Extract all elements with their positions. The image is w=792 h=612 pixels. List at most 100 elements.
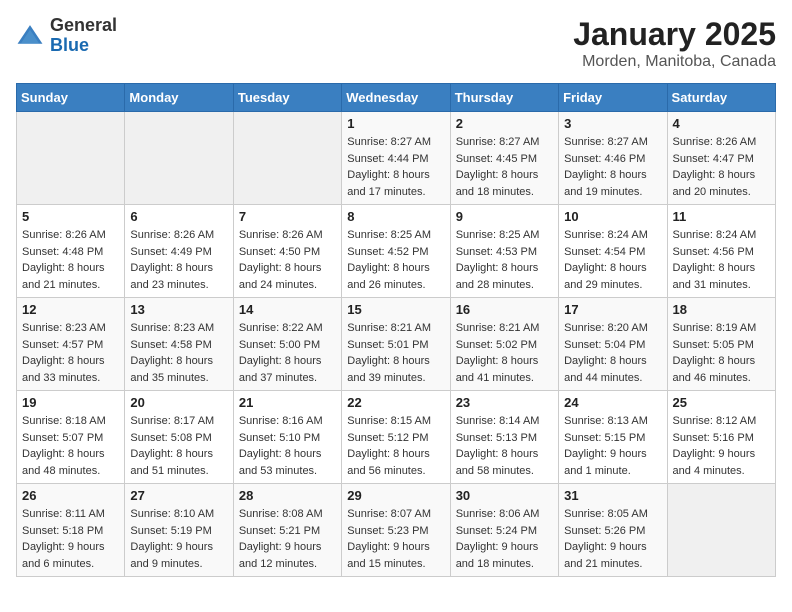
day-number-2: 2 (456, 116, 553, 131)
logo-icon (16, 22, 44, 50)
week-row-4: 26Sunrise: 8:11 AM Sunset: 5:18 PM Dayli… (17, 484, 776, 577)
day-detail-9: Sunrise: 8:25 AM Sunset: 4:53 PM Dayligh… (456, 227, 553, 293)
week-row-1: 5 Sunrise: 8:26 AM Sunset: 4:48 PM Daylig… (17, 205, 776, 298)
cell-4-2: 28 Sunrise: 8:08 AM Sunset: 5:21 PM Dayli… (233, 484, 341, 577)
day-detail-13: Sunrise: 8:23 AM Sunset: 4:58 PM Dayligh… (130, 320, 227, 386)
day-detail-29: Sunrise: 8:07 AM Sunset: 5:23 PM Dayligh… (347, 506, 444, 572)
day-detail-2: Sunrise: 8:27 AM Sunset: 4:45 PM Dayligh… (456, 134, 553, 200)
cell-2-5: 17 Sunrise: 8:20 AM Sunset: 5:04 PM Dayli… (559, 298, 667, 391)
page-header: General Blue January 2025 Morden, Manito… (16, 16, 776, 71)
cell-3-6: 25 Sunrise: 8:12 AM Sunset: 5:16 PM Dayli… (667, 391, 775, 484)
day-number-24: 24 (564, 395, 661, 410)
cell-3-5: 24 Sunrise: 8:13 AM Sunset: 5:15 PM Dayli… (559, 391, 667, 484)
day-number-19: 19 (22, 395, 119, 410)
weekday-header-row: Sunday Monday Tuesday Wednesday Thursday… (17, 84, 776, 112)
cell-2-6: 18 Sunrise: 8:19 AM Sunset: 5:05 PM Dayli… (667, 298, 775, 391)
day-number-18: 18 (673, 302, 770, 317)
day-detail-4: Sunrise: 8:26 AM Sunset: 4:47 PM Dayligh… (673, 134, 770, 200)
cell-4-1: 27 Sunrise: 8:10 AM Sunset: 5:19 PM Dayli… (125, 484, 233, 577)
day-number-9: 9 (456, 209, 553, 224)
week-row-3: 19 Sunrise: 8:18 AM Sunset: 5:07 PM Dayli… (17, 391, 776, 484)
cell-1-1: 6Sunrise: 8:26 AM Sunset: 4:49 PM Daylig… (125, 205, 233, 298)
day-detail-20: Sunrise: 8:17 AM Sunset: 5:08 PM Dayligh… (130, 413, 227, 479)
day-detail-27: Sunrise: 8:10 AM Sunset: 5:19 PM Dayligh… (130, 506, 227, 572)
day-detail-25: Sunrise: 8:12 AM Sunset: 5:16 PM Dayligh… (673, 413, 770, 479)
day-detail-11: Sunrise: 8:24 AM Sunset: 4:56 PM Dayligh… (673, 227, 770, 293)
day-number-17: 17 (564, 302, 661, 317)
header-wednesday: Wednesday (342, 84, 450, 112)
cell-0-0 (17, 112, 125, 205)
day-detail-3: Sunrise: 8:27 AM Sunset: 4:46 PM Dayligh… (564, 134, 661, 200)
day-detail-23: Sunrise: 8:14 AM Sunset: 5:13 PM Dayligh… (456, 413, 553, 479)
cell-1-0: 5 Sunrise: 8:26 AM Sunset: 4:48 PM Daylig… (17, 205, 125, 298)
cell-4-3: 29 Sunrise: 8:07 AM Sunset: 5:23 PM Dayli… (342, 484, 450, 577)
cell-1-3: 8 Sunrise: 8:25 AM Sunset: 4:52 PM Daylig… (342, 205, 450, 298)
cell-1-2: 7 Sunrise: 8:26 AM Sunset: 4:50 PM Daylig… (233, 205, 341, 298)
day-number-16: 16 (456, 302, 553, 317)
day-detail-28: Sunrise: 8:08 AM Sunset: 5:21 PM Dayligh… (239, 506, 336, 572)
day-number-5: 5 (22, 209, 119, 224)
day-number-14: 14 (239, 302, 336, 317)
day-detail-21: Sunrise: 8:16 AM Sunset: 5:10 PM Dayligh… (239, 413, 336, 479)
day-detail-7: Sunrise: 8:26 AM Sunset: 4:50 PM Dayligh… (239, 227, 336, 293)
day-detail-26: Sunrise: 8:11 AM Sunset: 5:18 PM Dayligh… (22, 506, 119, 572)
cell-2-3: 15Sunrise: 8:21 AM Sunset: 5:01 PM Dayli… (342, 298, 450, 391)
cell-3-1: 20 Sunrise: 8:17 AM Sunset: 5:08 PM Dayli… (125, 391, 233, 484)
cell-4-0: 26Sunrise: 8:11 AM Sunset: 5:18 PM Dayli… (17, 484, 125, 577)
day-number-28: 28 (239, 488, 336, 503)
cell-0-1 (125, 112, 233, 205)
day-number-20: 20 (130, 395, 227, 410)
cell-2-0: 12 Sunrise: 8:23 AM Sunset: 4:57 PM Dayli… (17, 298, 125, 391)
week-row-2: 12 Sunrise: 8:23 AM Sunset: 4:57 PM Dayli… (17, 298, 776, 391)
day-detail-24: Sunrise: 8:13 AM Sunset: 5:15 PM Dayligh… (564, 413, 661, 479)
day-number-4: 4 (673, 116, 770, 131)
day-number-8: 8 (347, 209, 444, 224)
day-number-22: 22 (347, 395, 444, 410)
day-number-7: 7 (239, 209, 336, 224)
cell-3-0: 19 Sunrise: 8:18 AM Sunset: 5:07 PM Dayli… (17, 391, 125, 484)
day-number-23: 23 (456, 395, 553, 410)
calendar-header: Sunday Monday Tuesday Wednesday Thursday… (17, 84, 776, 112)
logo-general: General (50, 16, 117, 36)
cell-0-3: 1Sunrise: 8:27 AM Sunset: 4:44 PM Daylig… (342, 112, 450, 205)
header-saturday: Saturday (667, 84, 775, 112)
cell-0-6: 4 Sunrise: 8:26 AM Sunset: 4:47 PM Daylig… (667, 112, 775, 205)
day-number-25: 25 (673, 395, 770, 410)
day-number-12: 12 (22, 302, 119, 317)
header-thursday: Thursday (450, 84, 558, 112)
day-detail-8: Sunrise: 8:25 AM Sunset: 4:52 PM Dayligh… (347, 227, 444, 293)
day-number-1: 1 (347, 116, 444, 131)
header-friday: Friday (559, 84, 667, 112)
day-detail-10: Sunrise: 8:24 AM Sunset: 4:54 PM Dayligh… (564, 227, 661, 293)
day-detail-19: Sunrise: 8:18 AM Sunset: 5:07 PM Dayligh… (22, 413, 119, 479)
day-detail-22: Sunrise: 8:15 AM Sunset: 5:12 PM Dayligh… (347, 413, 444, 479)
cell-4-4: 30Sunrise: 8:06 AM Sunset: 5:24 PM Dayli… (450, 484, 558, 577)
day-number-30: 30 (456, 488, 553, 503)
header-sunday: Sunday (17, 84, 125, 112)
day-number-31: 31 (564, 488, 661, 503)
day-number-10: 10 (564, 209, 661, 224)
calendar-table: Sunday Monday Tuesday Wednesday Thursday… (16, 83, 776, 577)
cell-2-2: 14 Sunrise: 8:22 AM Sunset: 5:00 PM Dayli… (233, 298, 341, 391)
day-number-21: 21 (239, 395, 336, 410)
calendar-body: 1Sunrise: 8:27 AM Sunset: 4:44 PM Daylig… (17, 112, 776, 577)
day-number-6: 6 (130, 209, 227, 224)
day-detail-12: Sunrise: 8:23 AM Sunset: 4:57 PM Dayligh… (22, 320, 119, 386)
day-detail-18: Sunrise: 8:19 AM Sunset: 5:05 PM Dayligh… (673, 320, 770, 386)
cell-2-4: 16 Sunrise: 8:21 AM Sunset: 5:02 PM Dayli… (450, 298, 558, 391)
day-detail-16: Sunrise: 8:21 AM Sunset: 5:02 PM Dayligh… (456, 320, 553, 386)
cell-4-5: 31 Sunrise: 8:05 AM Sunset: 5:26 PM Dayli… (559, 484, 667, 577)
day-number-3: 3 (564, 116, 661, 131)
day-detail-14: Sunrise: 8:22 AM Sunset: 5:00 PM Dayligh… (239, 320, 336, 386)
day-detail-17: Sunrise: 8:20 AM Sunset: 5:04 PM Dayligh… (564, 320, 661, 386)
header-monday: Monday (125, 84, 233, 112)
day-number-29: 29 (347, 488, 444, 503)
day-number-27: 27 (130, 488, 227, 503)
logo-text: General Blue (50, 16, 117, 56)
header-tuesday: Tuesday (233, 84, 341, 112)
day-detail-31: Sunrise: 8:05 AM Sunset: 5:26 PM Dayligh… (564, 506, 661, 572)
day-number-15: 15 (347, 302, 444, 317)
cell-1-5: 10 Sunrise: 8:24 AM Sunset: 4:54 PM Dayli… (559, 205, 667, 298)
day-detail-5: Sunrise: 8:26 AM Sunset: 4:48 PM Dayligh… (22, 227, 119, 293)
day-number-11: 11 (673, 209, 770, 224)
